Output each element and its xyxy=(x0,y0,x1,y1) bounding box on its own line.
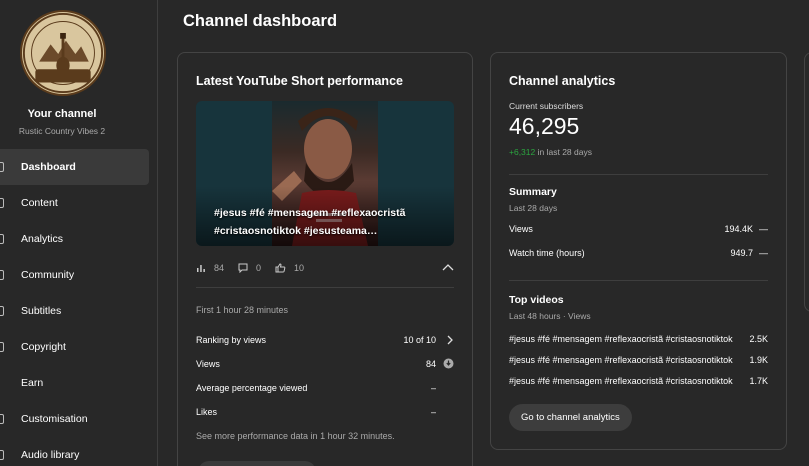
video-views: 1.7K xyxy=(749,376,768,386)
subtitles-icon xyxy=(0,306,4,316)
sidebar-item-label: Subtitles xyxy=(21,305,62,317)
sidebar-item-customisation[interactable]: Customisation xyxy=(0,401,158,437)
community-icon xyxy=(0,270,4,280)
sidebar-item-community[interactable]: Community xyxy=(0,257,158,293)
metric-label: Likes xyxy=(196,407,218,417)
views-row: Views 84 xyxy=(196,357,454,373)
go-to-channel-analytics-button[interactable]: Go to channel analytics xyxy=(509,404,632,431)
latest-short-card: Latest YouTube Short performance #jesus … xyxy=(177,52,473,466)
comments-stat: 0 xyxy=(238,263,261,273)
subscribers-label: Current subscribers xyxy=(509,101,584,111)
views-stat: 84 xyxy=(196,263,224,273)
metric-value: – xyxy=(430,383,436,393)
subscriber-count: 46,295 xyxy=(509,113,580,139)
likes-stat: 10 xyxy=(275,263,304,273)
summary-trend: — xyxy=(759,224,768,234)
short-thumbnail[interactable]: #jesus #fé #mensagem #reflexaocristã #cr… xyxy=(196,101,454,246)
go-to-video-analytics-button[interactable] xyxy=(198,461,316,466)
summary-row-watch-time: Watch time (hours) 949.7 — xyxy=(509,247,768,261)
summary-value: 949.7 xyxy=(730,248,753,258)
sidebar-item-label: Dashboard xyxy=(21,161,76,173)
sidebar-item-label: Analytics xyxy=(21,233,64,245)
thumbs-up-icon xyxy=(275,263,286,273)
audio-library-icon xyxy=(0,450,4,460)
summary-label: Watch time (hours) xyxy=(509,248,585,258)
video-views: 2.5K xyxy=(749,334,768,344)
summary-title: Summary xyxy=(509,186,557,198)
see-more-text: See more performance data in 1 hour 32 m… xyxy=(196,431,395,441)
dashboard-icon xyxy=(0,162,4,172)
sidebar-nav: Dashboard Content Analytics Community Su… xyxy=(0,149,158,466)
likes-row: Likes – xyxy=(196,405,454,421)
delta-suffix: in last 28 days xyxy=(537,147,592,157)
metric-label: Average percentage viewed xyxy=(196,383,308,393)
channel-analytics-card: Channel analytics Current subscribers 46… xyxy=(490,52,787,450)
ranking-row[interactable]: Ranking by views 10 of 10 xyxy=(196,333,454,349)
comment-icon xyxy=(238,263,248,273)
copyright-icon xyxy=(0,342,4,352)
avg-viewed-row: Average percentage viewed – xyxy=(196,381,454,397)
partial-card xyxy=(804,52,809,312)
metric-value: – xyxy=(430,407,436,417)
summary-period: Last 28 days xyxy=(509,203,558,213)
chevron-right-icon xyxy=(447,335,453,345)
bar-chart-icon xyxy=(197,265,205,272)
short-caption: #jesus #fé #mensagem #reflexaocristã #cr… xyxy=(214,207,406,237)
summary-value: 194.4K xyxy=(724,224,753,234)
video-title: #jesus #fé #mensagem #reflexaocristã #cr… xyxy=(509,376,733,386)
summary-trend: — xyxy=(759,248,768,258)
short-stats: 84 0 10 xyxy=(196,260,454,276)
divider xyxy=(196,287,454,288)
sidebar-item-label: Earn xyxy=(21,377,44,389)
views-count: 84 xyxy=(214,263,225,273)
sidebar-item-label: Customisation xyxy=(21,413,88,425)
channel-avatar[interactable] xyxy=(20,10,106,96)
delta-value: +6,312 xyxy=(509,147,536,157)
top-video-row[interactable]: #jesus #fé #mensagem #reflexaocristã #cr… xyxy=(509,354,768,368)
sidebar: Your channel Rustic Country Vibes 2 Dash… xyxy=(0,0,158,466)
sidebar-item-label: Copyright xyxy=(21,341,66,353)
divider xyxy=(509,280,768,281)
video-title: #jesus #fé #mensagem #reflexaocristã #cr… xyxy=(509,355,733,365)
metric-value: 10 of 10 xyxy=(403,335,436,345)
card-title: Channel analytics xyxy=(509,74,616,88)
channel-title: Your channel xyxy=(27,108,97,120)
sidebar-item-label: Audio library xyxy=(21,449,80,461)
comments-count: 0 xyxy=(256,263,262,273)
sidebar-item-subtitles[interactable]: Subtitles xyxy=(0,293,158,329)
sidebar-item-analytics[interactable]: Analytics xyxy=(0,221,158,257)
subscriber-delta: +6,312 in last 28 days xyxy=(509,147,592,157)
top-video-row[interactable]: #jesus #fé #mensagem #reflexaocristã #cr… xyxy=(509,333,768,347)
chevron-up-icon[interactable] xyxy=(442,263,454,271)
sidebar-item-content[interactable]: Content xyxy=(0,185,158,221)
customisation-icon xyxy=(0,414,4,424)
sidebar-item-label: Content xyxy=(21,197,58,209)
video-title: #jesus #fé #mensagem #reflexaocristã #cr… xyxy=(509,334,733,344)
divider xyxy=(509,174,768,175)
sidebar-item-dashboard[interactable]: Dashboard xyxy=(0,149,149,185)
sidebar-item-earn[interactable]: Earn xyxy=(0,365,158,401)
sidebar-item-audio-library[interactable]: Audio library xyxy=(0,437,158,466)
sidebar-item-copyright[interactable]: Copyright xyxy=(0,329,158,365)
metric-label: Views xyxy=(196,359,220,369)
top-videos-subtitle: Last 48 hours · Views xyxy=(509,311,591,321)
likes-count: 10 xyxy=(294,263,305,273)
video-views: 1.9K xyxy=(749,355,768,365)
summary-row-views: Views 194.4K — xyxy=(509,223,768,237)
metric-label: Ranking by views xyxy=(196,335,267,345)
top-videos-title: Top videos xyxy=(509,294,564,306)
sidebar-item-label: Community xyxy=(21,269,75,281)
channel-name: Rustic Country Vibes 2 xyxy=(18,126,106,136)
content-icon xyxy=(0,198,4,208)
summary-label: Views xyxy=(509,224,533,234)
page-title: Channel dashboard xyxy=(183,12,338,30)
card-title: Latest YouTube Short performance xyxy=(196,74,403,88)
info-icon[interactable] xyxy=(443,358,454,369)
analytics-icon xyxy=(0,234,4,244)
metric-value: 84 xyxy=(425,359,436,369)
top-video-row[interactable]: #jesus #fé #mensagem #reflexaocristã #cr… xyxy=(509,375,768,389)
first-period-label: First 1 hour 28 minutes xyxy=(196,305,289,315)
